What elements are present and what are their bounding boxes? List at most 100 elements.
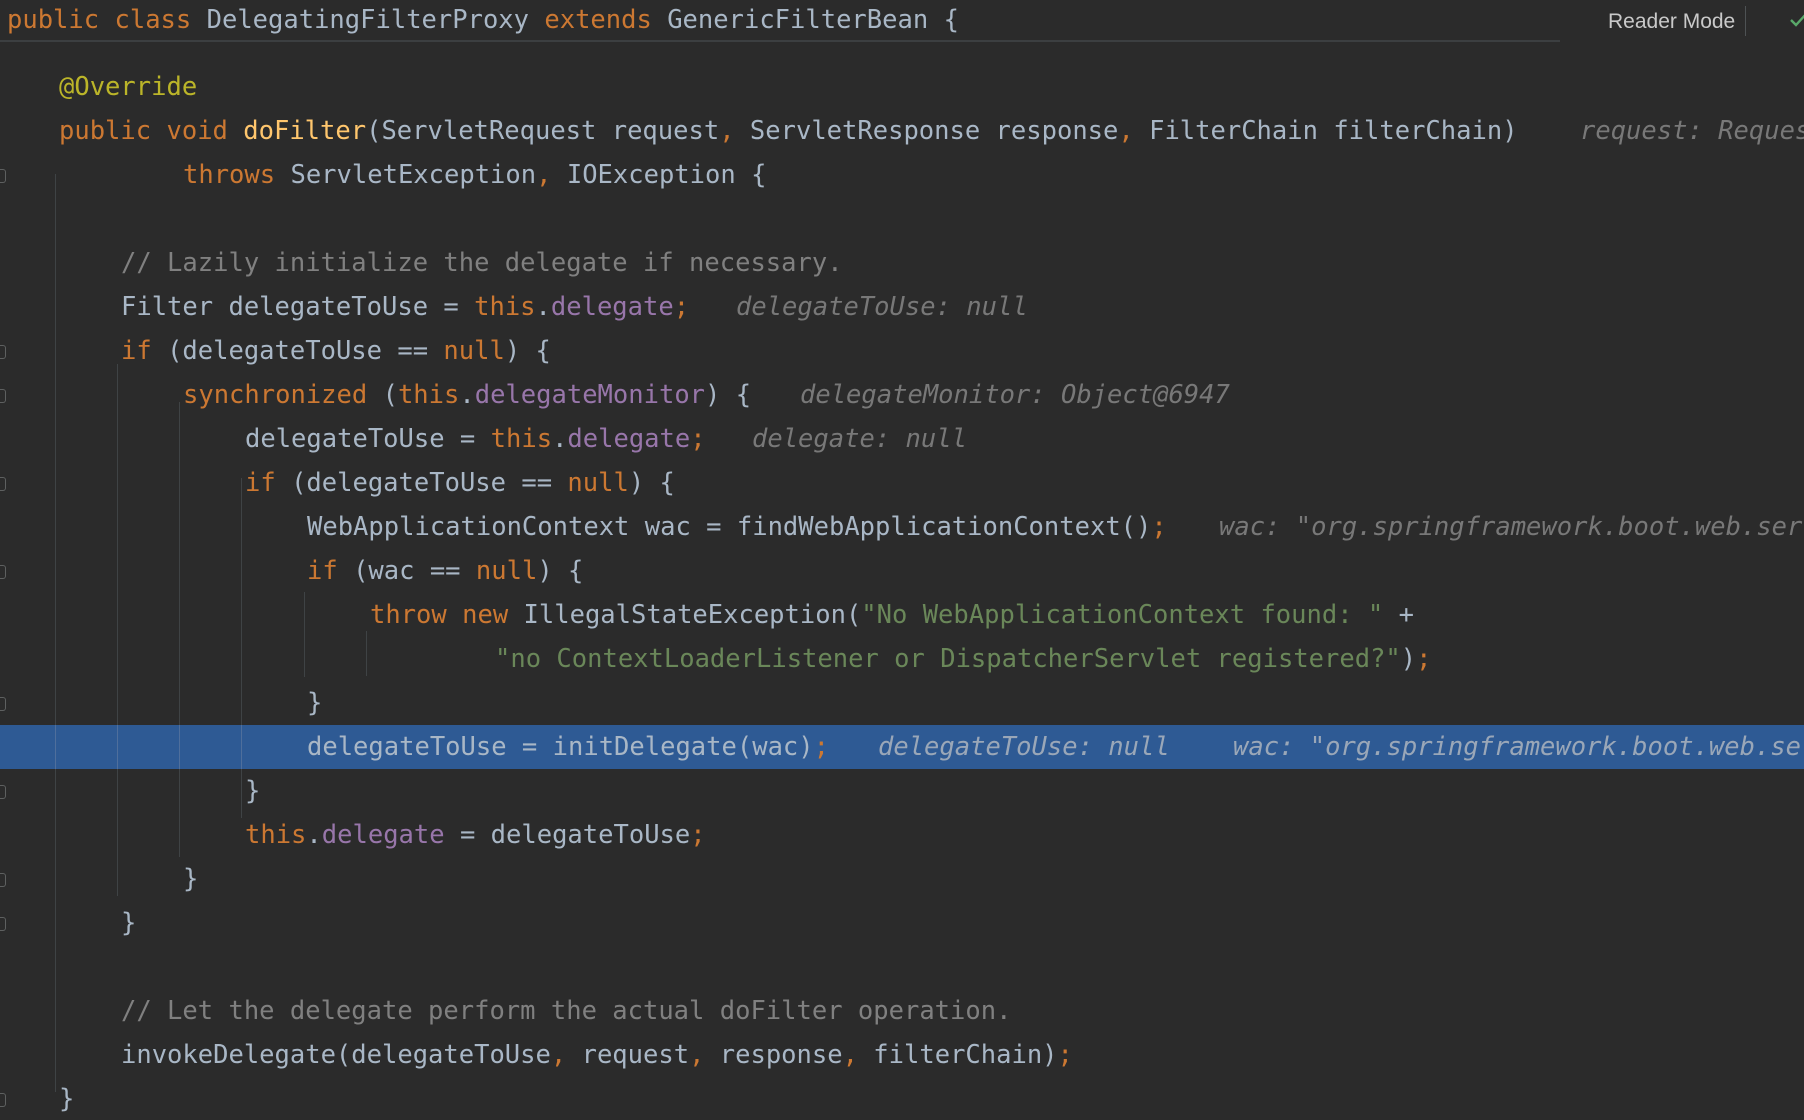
- code-text: ServletException: [275, 160, 537, 190]
- dot: .: [306, 820, 322, 850]
- semicolon: ;: [1151, 512, 1167, 542]
- code-line-override-annotation[interactable]: @Override: [0, 65, 1804, 109]
- code-line-if-statement[interactable]: if (wac == null) {: [0, 549, 1804, 593]
- code-text: ) {: [705, 380, 752, 410]
- code-text: +: [1383, 600, 1414, 630]
- code-text: IllegalStateException(: [508, 600, 862, 630]
- comma: ,: [1118, 116, 1134, 146]
- code-text: (ServletRequest request: [366, 116, 720, 146]
- field-name: delegate: [321, 820, 445, 850]
- code-line-closing-brace[interactable]: }: [0, 1077, 1804, 1120]
- code-line-closing-brace[interactable]: }: [0, 901, 1804, 945]
- code-text: ) {: [537, 556, 584, 586]
- keyword: null: [443, 336, 505, 366]
- keyword: null: [475, 556, 538, 586]
- comma: ,: [842, 1040, 858, 1070]
- code-line-if-statement[interactable]: if (delegateToUse == null) {: [0, 461, 1804, 505]
- comma: ,: [550, 1040, 567, 1070]
- inline-debug-value: request: Reques: [1580, 116, 1804, 146]
- comma: ,: [689, 1040, 705, 1070]
- keyword: public: [59, 116, 152, 146]
- toolbar-divider: [1745, 6, 1746, 36]
- code-text: Filter delegateToUse =: [121, 292, 475, 322]
- code-line-comment[interactable]: // Lazily initialize the delegate if nec…: [0, 241, 1804, 285]
- comma: ,: [536, 160, 552, 190]
- code-line-comment[interactable]: // Let the delegate perform the actual d…: [0, 989, 1804, 1033]
- field-name: delegate: [567, 424, 691, 454]
- code-line-assignment[interactable]: delegateToUse = this.delegate; delegate:…: [0, 417, 1804, 461]
- code-text: }: [121, 908, 137, 938]
- code-text: invokeDelegate(delegateToUse: [121, 1040, 551, 1070]
- keyword: public: [7, 5, 100, 35]
- keyword: void: [166, 116, 228, 146]
- comment: // Lazily initialize the delegate if nec…: [121, 248, 843, 278]
- inline-debug-value: delegateToUse: null: [878, 732, 1170, 762]
- code-line-closing-brace[interactable]: }: [0, 769, 1804, 813]
- code-line-if-statement[interactable]: if (delegateToUse == null) {: [0, 329, 1804, 373]
- field-name: delegate: [550, 292, 674, 322]
- keyword: if: [307, 556, 338, 586]
- sticky-class-header[interactable]: public class DelegatingFilterProxy exten…: [0, 0, 1560, 42]
- dot: .: [552, 424, 568, 454]
- code-line-throws[interactable]: throws ServletException, IOException {: [0, 153, 1804, 197]
- parent-class-name: GenericFilterBean: [667, 5, 929, 35]
- semicolon: ;: [690, 424, 706, 454]
- code-text: delegateToUse =: [245, 424, 491, 454]
- keyword: throw: [370, 600, 447, 630]
- string-literal: "no ContextLoaderListener or DispatcherS…: [495, 644, 1401, 674]
- code-line-field-assignment[interactable]: this.delegate = delegateToUse;: [0, 813, 1804, 857]
- code-line-filter-declaration[interactable]: Filter delegateToUse = this.delegate; de…: [0, 285, 1804, 329]
- comment: // Let the delegate perform the actual d…: [121, 996, 1012, 1026]
- keyword: this: [245, 820, 307, 850]
- keyword: this: [474, 292, 536, 322]
- code-text: (delegateToUse ==: [275, 468, 568, 498]
- inspection-ok-check-icon[interactable]: [1790, 10, 1804, 30]
- keyword: new: [462, 600, 509, 630]
- keyword: if: [121, 336, 152, 366]
- inline-debug-value: delegate: null: [752, 424, 967, 454]
- string-literal: "No WebApplicationContext found: ": [861, 600, 1384, 630]
- code-text: filterChain): [857, 1040, 1058, 1070]
- semicolon: ;: [673, 292, 690, 322]
- method-name: doFilter: [243, 116, 367, 146]
- dot: .: [535, 292, 551, 322]
- code-line-closing-brace[interactable]: }: [0, 681, 1804, 725]
- code-line-wac-declaration[interactable]: WebApplicationContext wac = findWebAppli…: [0, 505, 1804, 549]
- inline-debug-value: delegateMonitor: Object@6947: [800, 380, 1230, 410]
- code-text: ServletResponse response: [734, 116, 1119, 146]
- code-text: WebApplicationContext wac = findWebAppli…: [307, 512, 1152, 542]
- code-line-invoke-delegate[interactable]: invokeDelegate(delegateToUse, request, r…: [0, 1033, 1804, 1077]
- dot: .: [459, 380, 475, 410]
- comma: ,: [719, 116, 735, 146]
- semicolon: ;: [1416, 644, 1432, 674]
- code-text: (: [367, 380, 398, 410]
- inline-debug-value: delegateToUse: null: [736, 292, 1028, 322]
- inline-debug-value: wac: "org.springframework.boot.web.ser: [1219, 512, 1803, 542]
- code-text: }: [59, 1084, 75, 1114]
- code-text: delegateToUse = initDelegate(wac): [307, 732, 814, 762]
- semicolon: ;: [1057, 1040, 1073, 1070]
- code-line-closing-brace[interactable]: }: [0, 857, 1804, 901]
- code-line-throw-statement[interactable]: throw new IllegalStateException("No WebA…: [0, 593, 1804, 637]
- keyword: extends: [544, 5, 652, 35]
- keyword: throws: [183, 160, 276, 190]
- code-line-string-continuation[interactable]: "no ContextLoaderListener or DispatcherS…: [0, 637, 1804, 681]
- code-line-class-declaration[interactable]: public class DelegatingFilterProxy exten…: [0, 0, 1804, 40]
- code-text: request: [566, 1040, 690, 1070]
- code-text: }: [183, 864, 199, 894]
- code-line-current-execution[interactable]: delegateToUse = initDelegate(wac); deleg…: [0, 725, 1804, 769]
- reader-mode-button[interactable]: Reader Mode: [1608, 8, 1735, 36]
- code-editor[interactable]: public class DelegatingFilterProxy exten…: [0, 0, 1804, 1120]
- semicolon: ;: [813, 732, 829, 762]
- code-text: FilterChain filterChain): [1133, 116, 1518, 146]
- code-text: }: [245, 776, 261, 806]
- code-line-synchronized[interactable]: synchronized (this.delegateMonitor) { de…: [0, 373, 1804, 417]
- code-text: response: [704, 1040, 843, 1070]
- code-text: = delegateToUse: [444, 820, 691, 850]
- code-text: }: [307, 688, 323, 718]
- code-text: IOException {: [551, 160, 767, 190]
- inline-debug-value: wac: "org.springframework.boot.web.se: [1233, 732, 1802, 762]
- code-line-method-signature[interactable]: public void doFilter(ServletRequest requ…: [0, 109, 1804, 153]
- keyword: synchronized: [183, 380, 368, 410]
- keyword: null: [567, 468, 629, 498]
